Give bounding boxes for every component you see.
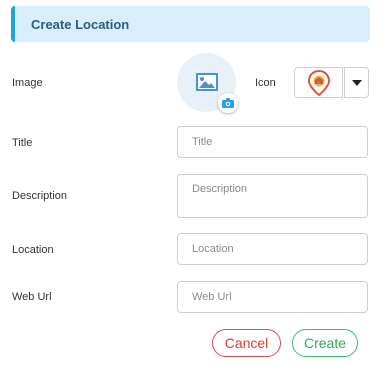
icon-dropdown-button[interactable] [344, 67, 369, 98]
image-label: Image [12, 77, 43, 89]
form-header: Create Location [11, 6, 370, 42]
camera-icon [222, 98, 234, 108]
selected-icon-preview[interactable] [294, 67, 343, 98]
description-input[interactable] [177, 174, 368, 218]
icon-label: Icon [255, 77, 276, 89]
weburl-label: Web Url [12, 291, 52, 303]
description-label: Description [12, 190, 68, 202]
camera-upload-button[interactable] [218, 93, 238, 113]
location-label: Location [12, 244, 54, 256]
location-input[interactable] [177, 233, 368, 265]
form-title: Create Location [31, 17, 130, 32]
title-input[interactable] [177, 126, 368, 158]
title-label: Title [12, 137, 33, 149]
image-icon [196, 73, 218, 91]
create-button[interactable]: Create [292, 329, 358, 357]
cancel-button[interactable]: Cancel [212, 329, 281, 357]
map-pin-icon [308, 70, 330, 96]
weburl-input[interactable] [177, 281, 368, 313]
